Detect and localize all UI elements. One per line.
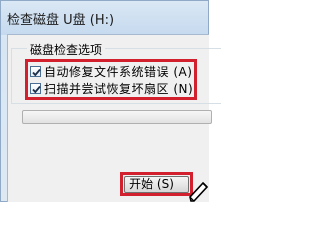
groupbox-label: 磁盘检查选项 [27, 41, 106, 58]
pen-cursor-icon [189, 181, 209, 202]
progress-bar [22, 110, 212, 124]
start-highlight-box [120, 172, 193, 196]
window-title: 检查磁盘 U盘 (H:) [7, 13, 115, 28]
titlebar[interactable]: 检查磁盘 U盘 (H:) [1, 1, 208, 35]
options-highlight-box [25, 59, 197, 100]
